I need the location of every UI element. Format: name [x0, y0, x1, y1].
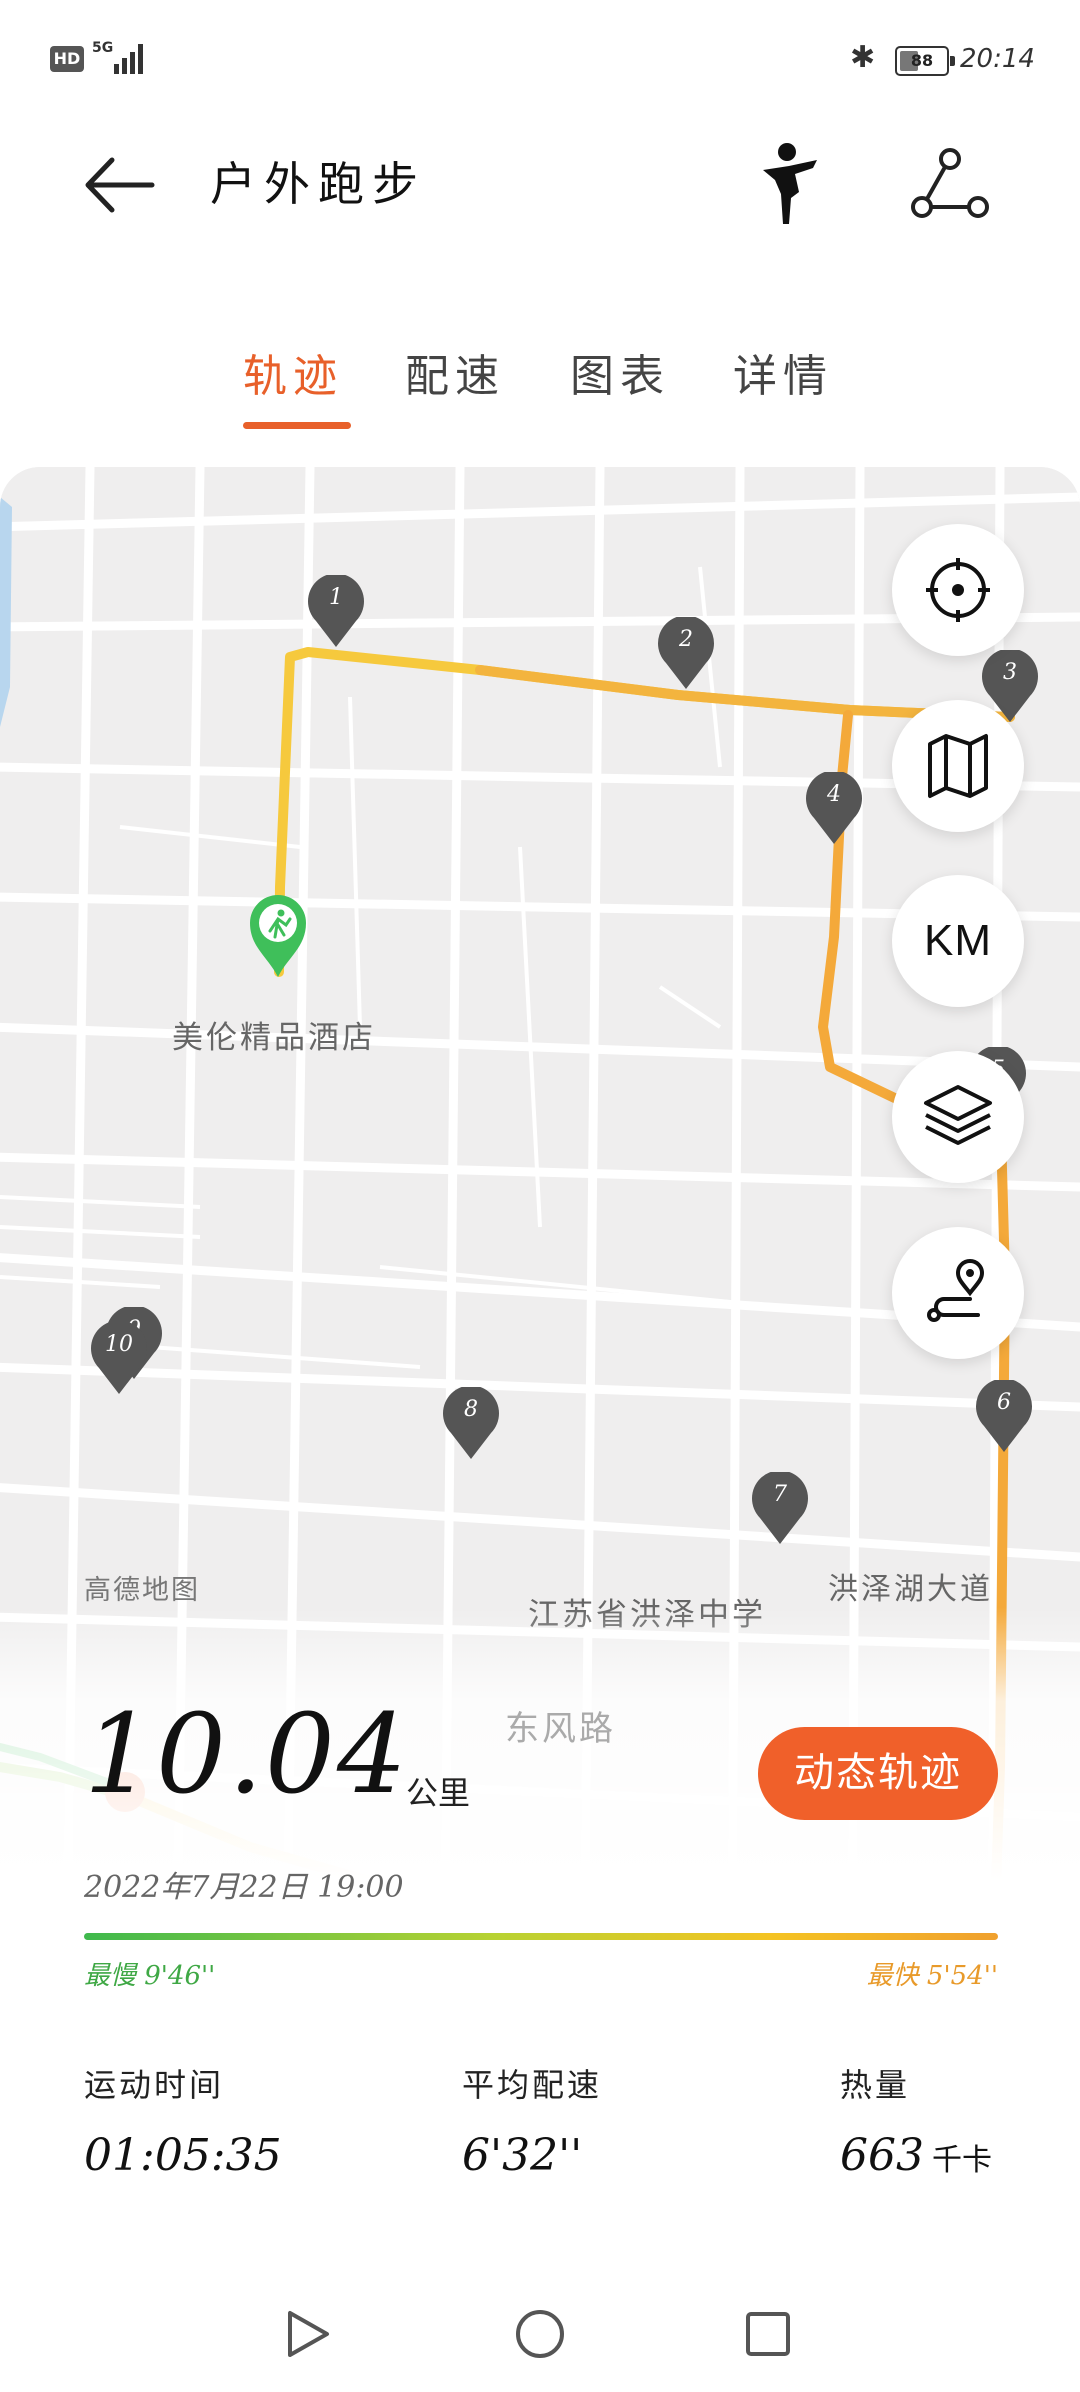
tab-bar: 轨迹 配速 图表 详情	[0, 340, 1080, 440]
map-provider-label: 高德地图	[84, 1575, 200, 1606]
km-toggle-button[interactable]: KM	[892, 875, 1024, 1007]
distance-unit: 公里	[406, 1774, 471, 1812]
runner-icon	[763, 143, 817, 224]
pace-gradient-bar	[84, 1933, 998, 1940]
km-marker-8: 8	[441, 1385, 501, 1461]
km-marker-6: 6	[974, 1378, 1034, 1454]
locate-icon	[926, 558, 990, 622]
km-label: KM	[924, 916, 992, 965]
fastest-pace: 最快 5'54''	[866, 1961, 998, 1991]
km-marker-4: 4	[804, 770, 864, 846]
route-button[interactable]	[892, 1227, 1024, 1359]
route-icon	[927, 1259, 985, 1322]
tab-indicator	[243, 422, 351, 429]
stat-value-calories: 663 千卡	[840, 2130, 992, 2181]
nav-recents-icon[interactable]	[746, 2312, 790, 2356]
stat-label-duration: 运动时间	[84, 2066, 225, 2104]
network-type: 5G	[92, 40, 114, 56]
share-icon	[911, 148, 989, 218]
calories-unit: 千卡	[931, 2143, 992, 2178]
km-marker-10: 10	[89, 1320, 149, 1396]
battery-level: 88	[910, 51, 934, 70]
poi-dongfeng-road: 东风路	[505, 1709, 616, 1749]
runner-button[interactable]	[755, 140, 835, 230]
total-distance: 10.04	[84, 1690, 409, 1818]
dynamic-track-button[interactable]: 动态轨迹	[758, 1727, 998, 1820]
run-date: 2022年7月22日 19:00	[84, 1870, 404, 1905]
nav-back-icon[interactable]	[288, 2311, 329, 2357]
stat-label-pace: 平均配速	[462, 2066, 603, 2104]
layers-icon	[924, 1085, 992, 1145]
tab-track[interactable]: 轨迹	[243, 340, 343, 404]
map-icon	[928, 734, 988, 798]
km-marker-7: 7	[750, 1470, 810, 1546]
km-marker-2: 2	[656, 615, 716, 691]
back-button[interactable]	[80, 150, 160, 220]
arrow-left-icon	[85, 157, 155, 213]
bluetooth-icon: ✱	[850, 40, 876, 75]
battery-icon: 88	[895, 46, 955, 76]
map-type-button[interactable]	[892, 700, 1024, 832]
poi-start-hotel: 美伦精品酒店	[172, 1020, 376, 1056]
hd-indicator: HD	[50, 46, 84, 72]
system-nav-bar	[0, 2280, 1080, 2388]
poi-road-hongzehu: 洪泽湖大道	[828, 1572, 993, 1607]
status-bar: HD 5G ✱ 88 20:14	[0, 0, 1080, 120]
share-button[interactable]	[910, 145, 990, 225]
stat-value-pace: 6'32''	[462, 2130, 583, 2181]
stat-value-duration: 01:05:35	[84, 2130, 282, 2181]
km-marker-1: 1	[306, 573, 366, 649]
clock: 20:14	[960, 44, 1035, 74]
slowest-pace: 最慢 9'46''	[84, 1961, 216, 1991]
nav-home-icon[interactable]	[516, 2310, 564, 2358]
stat-label-calories: 热量	[840, 2066, 911, 2104]
tab-pace[interactable]: 配速	[405, 340, 505, 404]
signal-icon	[112, 40, 148, 74]
tab-charts[interactable]: 图表	[570, 340, 670, 404]
tab-details[interactable]: 详情	[733, 340, 833, 404]
layers-button[interactable]	[892, 1051, 1024, 1183]
page-title: 户外跑步	[210, 157, 426, 211]
locate-button[interactable]	[892, 524, 1024, 656]
